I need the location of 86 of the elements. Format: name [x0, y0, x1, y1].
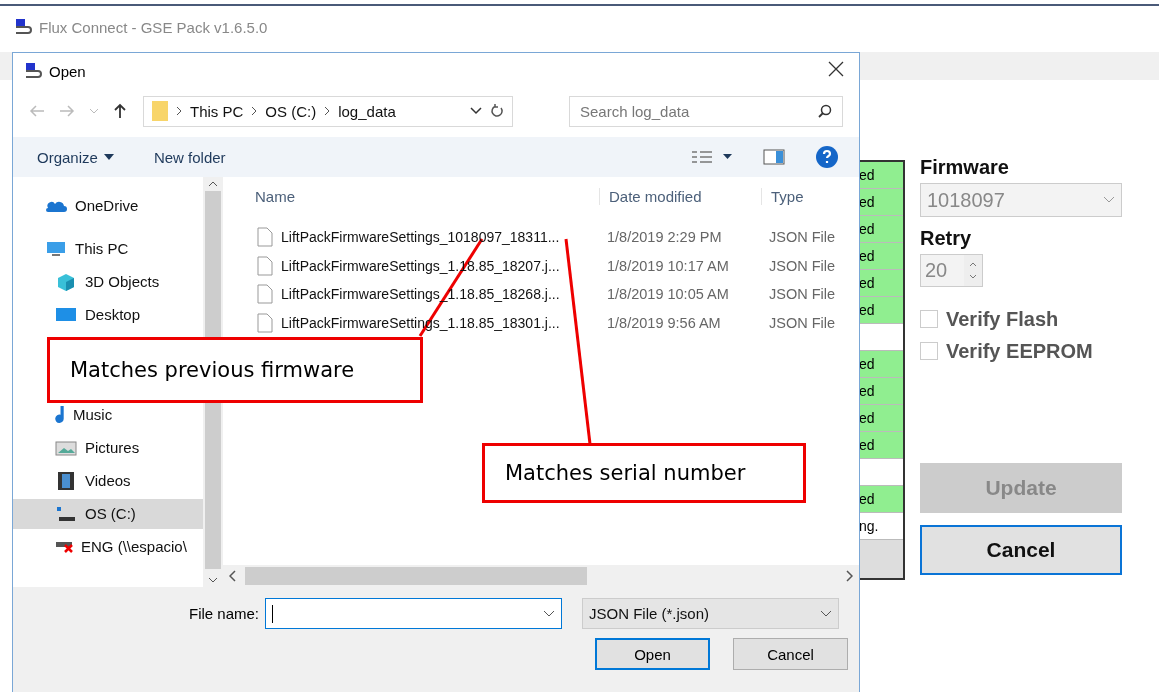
cube-icon — [55, 271, 77, 292]
scroll-right-icon[interactable] — [845, 570, 853, 582]
file-name[interactable]: LiftPackFirmwareSettings_1018097_18311... — [257, 227, 599, 248]
toolbar-button[interactable]: Organize — [37, 148, 114, 166]
status-cell: ng. — [859, 513, 903, 540]
firmware-label: Firmware — [920, 156, 1010, 179]
nav-item[interactable]: Videos — [13, 465, 203, 496]
verify-checkbox[interactable]: Verify EEPROM — [920, 341, 1122, 361]
nav-item[interactable]: OS (C:) — [13, 498, 203, 529]
preview-pane-icon[interactable] — [763, 149, 785, 165]
scroll-down-icon[interactable] — [208, 577, 218, 583]
film-icon — [55, 470, 77, 491]
chevron-right-icon — [251, 106, 258, 116]
close-button[interactable] — [827, 61, 845, 79]
nav-item[interactable]: Pictures — [13, 432, 203, 463]
status-cell: ed — [859, 432, 903, 459]
file-type: JSON File — [768, 257, 837, 274]
scroll-up-icon[interactable] — [208, 181, 218, 187]
column-header[interactable]: Date modified — [599, 187, 761, 205]
file-icon — [257, 312, 273, 333]
app-logo-icon — [13, 18, 33, 36]
status-cell: ed — [859, 351, 903, 378]
nav-item[interactable]: OneDrive — [13, 190, 203, 221]
status-cell: ed — [859, 297, 903, 324]
file-date: 1/8/2019 10:17 AM — [606, 257, 730, 274]
chevron-down-icon — [820, 609, 833, 618]
nav-item[interactable]: 3D Objects — [13, 266, 203, 297]
file-date: 1/8/2019 9:56 AM — [606, 314, 722, 331]
retry-label: Retry — [920, 227, 973, 250]
column-header[interactable]: Name — [253, 187, 599, 205]
chevron-right-icon — [176, 106, 182, 116]
file-date: 1/8/2019 10:05 AM — [606, 286, 730, 303]
file-name-field[interactable] — [265, 598, 563, 629]
file-name-label: File name: — [189, 605, 260, 622]
file-type: JSON File — [768, 286, 837, 303]
network-drive-icon — [55, 540, 73, 553]
status-cell: ed — [859, 189, 903, 216]
file-icon — [257, 284, 273, 305]
view-options-icon[interactable] — [691, 150, 733, 164]
chevron-down-icon — [543, 609, 556, 618]
dialog-title: Open — [49, 62, 86, 80]
cancel-button[interactable]: Cancel — [920, 525, 1122, 575]
chevron-right-icon — [324, 106, 331, 116]
status-cell: ed — [859, 216, 903, 243]
file-icon — [257, 255, 273, 276]
status-cell: ed — [859, 378, 903, 405]
file-type: JSON File — [768, 314, 837, 331]
up-arrow-icon[interactable] — [113, 103, 127, 119]
status-cell: ed — [859, 486, 903, 513]
annotation-callout: Matches serial number — [482, 443, 806, 503]
breadcrumb-item[interactable]: This PC — [190, 102, 244, 120]
toolbar-button[interactable]: New folder — [153, 148, 226, 166]
file-type-select[interactable]: JSON File (*.json) — [582, 598, 840, 629]
status-cell: ed — [859, 243, 903, 270]
verify-checkbox[interactable]: Verify Flash — [920, 309, 1122, 329]
column-header[interactable]: Type — [761, 187, 859, 205]
nav-item[interactable]: Desktop — [13, 299, 203, 330]
address-bar[interactable]: This PC OS (C:) log_data — [143, 95, 513, 127]
annotation-callout: Matches previous firmware — [47, 337, 423, 403]
horizontal-scrollbar[interactable] — [223, 565, 859, 587]
app-title: Flux Connect - GSE Pack v1.6.5.0 — [39, 18, 268, 36]
caret-icon — [103, 154, 114, 160]
nav-item[interactable]: ENG (\\espacio\ — [13, 531, 203, 562]
music-note-icon — [55, 405, 65, 424]
status-cell: ed — [859, 405, 903, 432]
chevron-down-icon[interactable] — [470, 107, 482, 115]
scrollbar-upper-part[interactable] — [203, 177, 223, 337]
app-logo-icon — [23, 62, 43, 80]
cancel-button[interactable]: Cancel — [733, 638, 848, 670]
help-icon[interactable] — [815, 145, 839, 169]
breadcrumb-item[interactable]: OS (C:) — [265, 102, 317, 120]
breadcrumb-item[interactable]: log_data — [338, 102, 396, 120]
open-button[interactable]: Open — [595, 638, 710, 670]
file-date: 1/8/2019 2:29 PM — [606, 229, 723, 246]
status-cell: ed — [859, 270, 903, 297]
search-field[interactable]: Search log_data — [569, 95, 843, 127]
file-icon — [257, 227, 273, 248]
search-icon — [818, 104, 832, 118]
scrollbar-lower-part[interactable] — [203, 403, 223, 587]
file-type: JSON File — [768, 229, 837, 246]
refresh-icon[interactable] — [490, 103, 504, 119]
folder-icon — [152, 100, 168, 122]
scroll-left-icon[interactable] — [229, 570, 237, 582]
chevron-down-icon — [1103, 196, 1115, 204]
status-cell: ed — [859, 162, 903, 189]
nav-item[interactable]: This PC — [13, 233, 203, 264]
